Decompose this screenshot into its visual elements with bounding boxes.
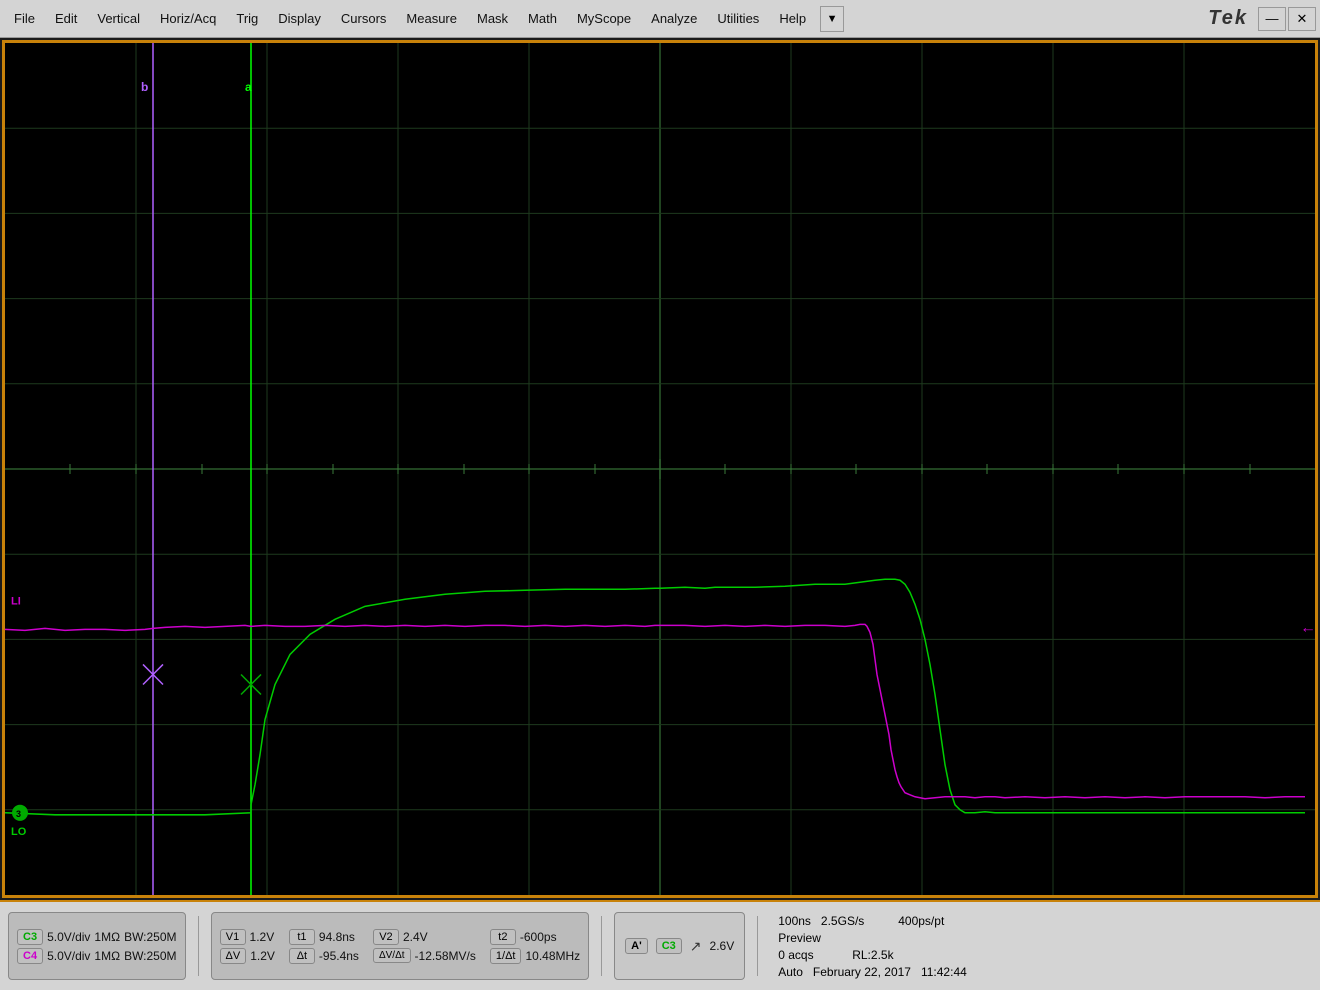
t1-val: 94.8ns [319, 930, 355, 944]
dv-val: 1.2V [250, 949, 275, 963]
acquisition-group: 100ns 2.5GS/s 400ps/pt Preview 0 acqs RL… [770, 910, 975, 983]
dv-row: ΔV 1.2V [220, 948, 275, 964]
menu-horiz-acq[interactable]: Horiz/Acq [150, 7, 226, 30]
menu-myscope[interactable]: MyScope [567, 7, 641, 30]
t1-row: t1 94.8ns [289, 929, 359, 945]
inv-dt-label: 1/Δt [490, 948, 522, 964]
ch3-row: C3 5.0V/div 1MΩ BW:250M [17, 929, 177, 945]
dvdt-val: -12.58MV/s [415, 949, 476, 963]
divider1 [198, 916, 199, 976]
waveform-canvas: b a LI LO 3 ← [5, 43, 1315, 895]
menu-dropdown-button[interactable]: ▼ [820, 6, 844, 32]
dt-val: -95.4ns [319, 949, 359, 963]
trigger-group: A' C3 ↗ 2.6V [614, 912, 745, 980]
close-button[interactable]: ✕ [1288, 7, 1316, 31]
acq-time: 11:42:44 [921, 965, 967, 979]
cursor-measurements-group: V1 1.2V t1 94.8ns V2 2.4V t2 -600ps ΔV [211, 912, 590, 980]
ch4-row: C4 5.0V/div 1MΩ BW:250M [17, 948, 177, 964]
v2-val: 2.4V [403, 930, 428, 944]
divider3 [757, 916, 758, 976]
trig-a-label: A' [625, 938, 648, 954]
waveform-display[interactable]: b a LI LO 3 ← [2, 40, 1318, 898]
ch3-bw: BW:250M [124, 930, 176, 944]
acq-mode-row: Preview [778, 931, 967, 945]
svg-text:LI: LI [11, 595, 21, 607]
divider2 [601, 916, 602, 976]
menu-measure[interactable]: Measure [396, 7, 467, 30]
svg-text:LO: LO [11, 826, 27, 838]
statusbar: C3 5.0V/div 1MΩ BW:250M C4 5.0V/div 1MΩ … [0, 900, 1320, 990]
ch4-bw: BW:250M [124, 949, 176, 963]
svg-text:3: 3 [16, 809, 21, 819]
acq-timebase: 100ns [778, 914, 811, 928]
ch4-badge[interactable]: C4 [17, 948, 43, 964]
menu-file[interactable]: File [4, 7, 45, 30]
ch4-impedance: 1MΩ [94, 949, 120, 963]
ch3-impedance: 1MΩ [94, 930, 120, 944]
ch3-ch4-group: C3 5.0V/div 1MΩ BW:250M C4 5.0V/div 1MΩ … [8, 912, 186, 980]
dv-label: ΔV [220, 948, 247, 964]
menu-analyze[interactable]: Analyze [641, 7, 707, 30]
acq-mode: Preview [778, 931, 821, 945]
trig-arrow-icon: ↗ [690, 938, 702, 955]
v1-label: V1 [220, 929, 246, 945]
v1-row: V1 1.2V [220, 929, 275, 945]
acq-timebase-row: 100ns 2.5GS/s 400ps/pt [778, 914, 967, 928]
acq-date-row: Auto February 22, 2017 11:42:44 [778, 965, 967, 979]
acq-date: February 22, 2017 [813, 965, 911, 979]
acq-acqs: 0 acqs [778, 948, 813, 962]
t2-label: t2 [490, 929, 516, 945]
ch3-vdiv: 5.0V/div [47, 930, 90, 944]
menubar: File Edit Vertical Horiz/Acq Trig Displa… [0, 0, 1320, 38]
dt-label: Δt [289, 948, 315, 964]
v2-row: V2 2.4V [373, 929, 476, 945]
svg-text:←: ← [1300, 619, 1315, 636]
menu-cursors[interactable]: Cursors [331, 7, 397, 30]
v2-label: V2 [373, 929, 399, 945]
t1-label: t1 [289, 929, 315, 945]
brand-logo: Tek [1200, 7, 1256, 30]
acq-mode2: Auto [778, 965, 803, 979]
scope-container: b a LI LO 3 ← C3 5.0V/div 1MΩ BW:250M [0, 38, 1320, 990]
minimize-button[interactable]: — [1258, 7, 1286, 31]
svg-text:b: b [141, 80, 148, 94]
ch3-badge[interactable]: C3 [17, 929, 43, 945]
trig-level: 2.6V [710, 939, 735, 953]
t2-row: t2 -600ps [490, 929, 580, 945]
trig-ch-badge[interactable]: C3 [656, 938, 682, 954]
grid-svg: b a LI LO 3 ← [5, 43, 1315, 895]
acq-rl: RL:2.5k [824, 948, 894, 962]
menu-trig[interactable]: Trig [226, 7, 268, 30]
menu-edit[interactable]: Edit [45, 7, 87, 30]
v1-val: 1.2V [250, 930, 275, 944]
svg-text:a: a [245, 80, 252, 94]
menu-utilities[interactable]: Utilities [707, 7, 769, 30]
menu-help[interactable]: Help [769, 7, 816, 30]
dvdt-row: ΔV/Δt -12.58MV/s [373, 948, 476, 963]
dvdt-label: ΔV/Δt [373, 948, 411, 963]
inv-dt-val: 10.48MHz [525, 949, 580, 963]
ch4-vdiv: 5.0V/div [47, 949, 90, 963]
menu-math[interactable]: Math [518, 7, 567, 30]
menu-vertical[interactable]: Vertical [87, 7, 150, 30]
dt-row: Δt -95.4ns [289, 948, 359, 964]
menu-display[interactable]: Display [268, 7, 331, 30]
acq-sample-rate: 2.5GS/s [821, 914, 864, 928]
inv-dt-row: 1/Δt 10.48MHz [490, 948, 580, 964]
t2-val: -600ps [520, 930, 557, 944]
acq-pts-per: 400ps/pt [874, 914, 944, 928]
acq-acqs-row: 0 acqs RL:2.5k [778, 948, 967, 962]
menu-mask[interactable]: Mask [467, 7, 518, 30]
